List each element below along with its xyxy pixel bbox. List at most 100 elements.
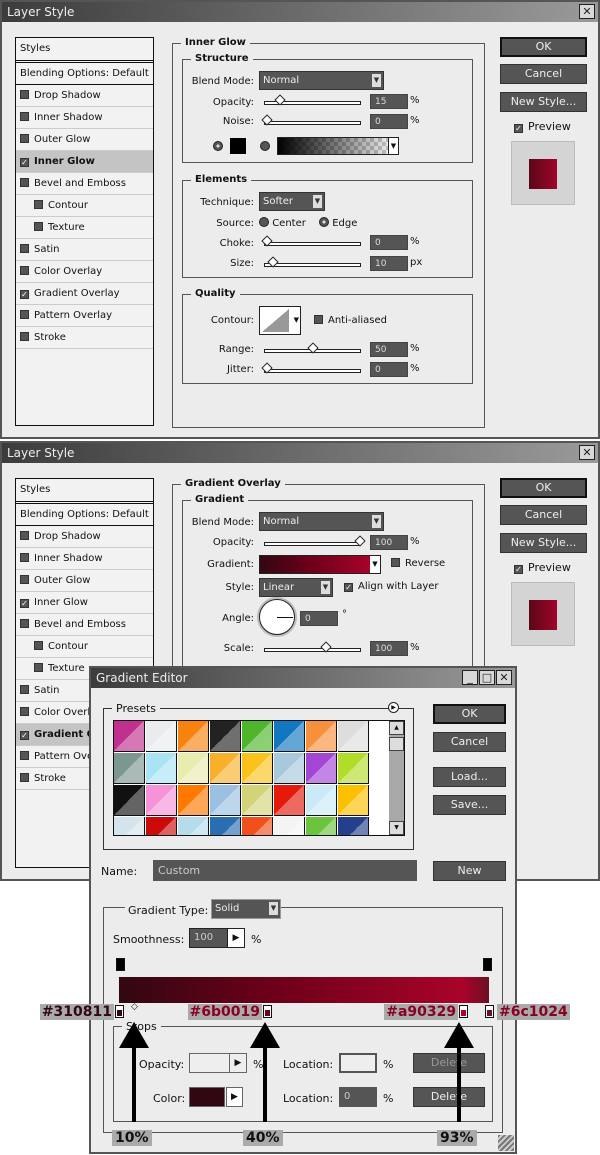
close-button[interactable]: ✕ — [579, 445, 595, 460]
delete-color-stop-button[interactable]: Delete — [413, 1087, 485, 1107]
source-center-radio[interactable]: Center — [259, 217, 306, 229]
preview-checkbox[interactable]: ✓ Preview — [514, 120, 571, 133]
close-button[interactable]: ✕ — [496, 670, 512, 685]
preset-swatch[interactable] — [306, 721, 337, 752]
minimize-button[interactable]: _ — [462, 670, 478, 685]
color-radio[interactable] — [213, 141, 223, 151]
contour-picker[interactable]: ▼ — [259, 306, 301, 335]
range-input[interactable]: 50 — [370, 342, 408, 357]
style-item[interactable]: Inner Shadow — [16, 107, 153, 129]
style-item[interactable]: Outer Glow — [16, 570, 153, 592]
styles-header[interactable]: Styles — [16, 479, 153, 504]
checkbox-icon[interactable] — [34, 200, 43, 209]
cancel-button[interactable]: Cancel — [500, 64, 587, 84]
scroll-thumb[interactable] — [389, 737, 404, 751]
style-item[interactable]: Color Overlay — [16, 261, 153, 283]
play-arrow-icon[interactable]: ▶ — [227, 929, 244, 947]
scale-input[interactable]: 100 — [370, 641, 408, 656]
color-stop[interactable] — [485, 1005, 494, 1018]
checkbox-icon[interactable] — [20, 266, 29, 275]
style-item[interactable]: ✓ Inner Glow — [16, 592, 153, 614]
style-item[interactable]: Bevel and Emboss — [16, 614, 153, 636]
color-location-input[interactable]: 0 — [339, 1087, 377, 1107]
blend-mode-select[interactable]: Normal ▼ — [259, 512, 384, 531]
preset-swatch[interactable] — [114, 753, 145, 784]
size-input[interactable]: 10 — [370, 256, 408, 271]
checkbox-icon[interactable] — [20, 575, 29, 584]
midpoint-diamond-icon[interactable]: ◇ — [131, 1002, 138, 1012]
checkbox-icon[interactable] — [20, 332, 29, 341]
preset-swatch[interactable] — [114, 785, 145, 816]
checkmark-icon[interactable]: ✓ — [20, 158, 29, 167]
gradient-picker[interactable]: ▼ — [277, 137, 399, 155]
checkbox-icon[interactable] — [20, 707, 29, 716]
new-button[interactable]: New — [433, 861, 506, 881]
style-item[interactable]: Satin — [16, 239, 153, 261]
style-item[interactable]: Contour — [16, 195, 153, 217]
opacity-input[interactable]: 15 — [370, 94, 408, 109]
checkbox-icon[interactable] — [20, 90, 29, 99]
color-stop[interactable] — [263, 1005, 272, 1018]
checkbox-icon[interactable] — [20, 531, 29, 540]
preset-swatch[interactable] — [338, 785, 369, 816]
checkbox-icon[interactable] — [20, 310, 29, 319]
style-item[interactable]: Drop Shadow — [16, 85, 153, 107]
preset-swatch[interactable] — [274, 785, 305, 816]
presets-menu-icon[interactable]: ▶ — [388, 702, 399, 713]
presets-scrollbar[interactable]: ▲ ▼ — [389, 721, 404, 835]
checkbox-icon[interactable] — [20, 112, 29, 121]
preset-swatch[interactable] — [242, 817, 273, 835]
gradient-type-select[interactable]: Solid ▼ — [211, 899, 281, 919]
range-slider[interactable] — [264, 342, 361, 354]
style-item[interactable]: Texture — [16, 217, 153, 239]
play-arrow-icon[interactable]: ▶ — [229, 1054, 246, 1072]
style-item[interactable]: Outer Glow — [16, 129, 153, 151]
preset-swatch[interactable] — [114, 817, 145, 835]
preset-swatch[interactable] — [210, 721, 241, 752]
load-button[interactable]: Load... — [433, 767, 506, 787]
choke-slider[interactable] — [261, 235, 361, 247]
opacity-slider[interactable] — [264, 94, 361, 106]
preset-swatch[interactable] — [178, 721, 209, 752]
preset-swatch[interactable] — [242, 753, 273, 784]
jitter-slider[interactable] — [261, 362, 361, 374]
checkbox-icon[interactable] — [20, 619, 29, 628]
preset-swatch[interactable] — [178, 785, 209, 816]
align-with-layer-checkbox[interactable]: ✓ Align with Layer — [344, 581, 439, 592]
opacity-stop-right[interactable] — [483, 958, 492, 971]
close-button[interactable]: ✕ — [579, 4, 595, 19]
checkmark-icon[interactable]: ✓ — [20, 290, 29, 299]
checkbox-icon[interactable] — [20, 178, 29, 187]
angle-input[interactable]: 0 — [300, 611, 338, 626]
scroll-down-icon[interactable]: ▼ — [389, 821, 404, 835]
style-item[interactable]: ✓ Gradient Overlay — [16, 283, 153, 305]
blend-mode-select[interactable]: Normal ▼ — [259, 71, 384, 90]
checkbox-icon[interactable] — [20, 244, 29, 253]
preset-swatch[interactable] — [338, 721, 369, 752]
preset-swatch[interactable] — [146, 785, 177, 816]
preview-checkbox[interactable]: ✓ Preview — [514, 561, 571, 574]
save-button[interactable]: Save... — [433, 795, 506, 815]
gradient-picker[interactable]: ▼ — [259, 555, 381, 574]
scale-slider[interactable] — [264, 641, 361, 653]
play-arrow-icon[interactable]: ▶ — [226, 1087, 243, 1107]
blending-options[interactable]: Blending Options: Default — [16, 63, 153, 85]
color-stop[interactable] — [459, 1005, 469, 1018]
style-item[interactable]: Pattern Overlay — [16, 305, 153, 327]
color-swatch[interactable] — [230, 138, 246, 154]
stop-color-swatch[interactable] — [189, 1087, 225, 1107]
preset-swatch[interactable] — [210, 817, 241, 835]
preset-swatch[interactable] — [210, 785, 241, 816]
ok-button[interactable]: OK — [500, 37, 587, 57]
checkbox-icon[interactable] — [20, 751, 29, 760]
preset-swatch[interactable] — [338, 753, 369, 784]
maximize-button[interactable]: □ — [479, 670, 495, 685]
checkbox-icon[interactable] — [34, 222, 43, 231]
style-item[interactable]: Stroke — [16, 327, 153, 349]
styles-header[interactable]: Styles — [16, 38, 153, 63]
stop-opacity-input[interactable]: ▶ — [189, 1053, 247, 1073]
reverse-checkbox[interactable]: Reverse — [391, 558, 445, 569]
jitter-input[interactable]: 0 — [370, 362, 408, 377]
checkbox-icon[interactable] — [20, 773, 29, 782]
preset-swatch[interactable] — [146, 753, 177, 784]
